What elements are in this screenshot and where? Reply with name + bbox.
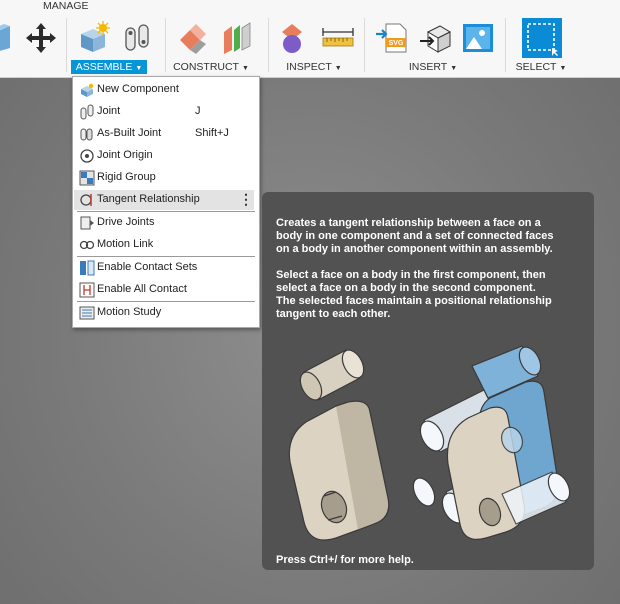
assemble-label: ASSEMBLE: [75, 61, 133, 73]
menu-item-tangent-relationship[interactable]: Tangent Relationship ⋮: [74, 190, 254, 210]
select-icon[interactable]: [522, 18, 562, 58]
svg-text:SVG: SVG: [389, 40, 404, 47]
select-menu-button[interactable]: SELECT ▼: [513, 60, 569, 74]
as-built-joint-icon: [80, 128, 93, 141]
caret-down-icon: ▼: [135, 65, 143, 72]
offset-plane-icon[interactable]: [176, 20, 212, 56]
assemble-dropdown-menu: New Component Joint J As-Built Joint Shi…: [72, 76, 260, 328]
menu-item-label: Enable Contact Sets: [97, 261, 198, 273]
new-component-icon: [81, 83, 94, 97]
tangent-relationship-tooltip: Creates a tangent relationship between a…: [262, 192, 594, 570]
menu-item-label: Motion Study: [97, 306, 162, 318]
menu-item-motion-link[interactable]: Motion Link: [74, 235, 254, 255]
menu-item-motion-study[interactable]: Motion Study: [74, 303, 254, 323]
menu-item-shortcut: J: [195, 105, 201, 117]
tangent-relationship-illustration: [288, 345, 571, 541]
insert-label: INSERT: [408, 61, 448, 73]
menu-item-rigid-group[interactable]: Rigid Group: [74, 168, 254, 188]
joint-origin-icon: [80, 149, 94, 163]
insert-menu-button[interactable]: INSERT ▼: [400, 60, 466, 74]
tooltip-instructions: Select a face on a body in the first com…: [276, 269, 552, 320]
menu-item-enable-all-contact[interactable]: Enable All Contact: [74, 280, 254, 300]
menu-item-shortcut: Shift+J: [195, 127, 229, 139]
menu-item-label: Tangent Relationship: [97, 193, 200, 205]
midplane-icon[interactable]: [218, 20, 254, 56]
insert-svg-icon[interactable]: SVG: [374, 20, 410, 56]
toolbar: MANAGE ASSEMBLE ▼ CONSTRUCT ▼ INSPECT ▼ …: [0, 0, 620, 78]
contact-sets-icon: [80, 260, 95, 276]
menu-item-label: New Component: [97, 83, 179, 95]
more-options-icon[interactable]: ⋮: [239, 191, 253, 208]
canvas-icon[interactable]: [460, 20, 496, 56]
menu-item-joint-origin[interactable]: Joint Origin: [74, 146, 254, 166]
tooltip-help-hint: Press Ctrl+/ for more help.: [276, 554, 414, 566]
motion-study-icon: [79, 306, 95, 320]
menu-item-label: Joint: [97, 105, 121, 117]
menu-item-as-built-joint[interactable]: As-Built Joint Shift+J: [74, 124, 254, 144]
inspect-menu-button[interactable]: INSPECT ▼: [278, 60, 350, 74]
menu-item-new-component[interactable]: New Component: [74, 80, 254, 100]
caret-down-icon: ▼: [559, 65, 567, 72]
new-component-icon[interactable]: [76, 20, 112, 56]
caret-down-icon: ▼: [241, 65, 249, 72]
construct-menu-button[interactable]: CONSTRUCT ▼: [170, 60, 252, 74]
menu-item-label: As-Built Joint: [97, 127, 162, 139]
menu-item-label: Drive Joints: [97, 216, 155, 228]
menu-item-label: Enable All Contact: [97, 283, 187, 295]
construct-label: CONSTRUCT: [173, 61, 239, 73]
rigid-group-icon: [79, 170, 95, 186]
menu-item-joint[interactable]: Joint J: [74, 102, 254, 122]
caret-down-icon: ▼: [334, 65, 342, 72]
move-icon[interactable]: [23, 20, 59, 56]
menu-item-label: Rigid Group: [97, 171, 156, 183]
menu-item-enable-contact-sets[interactable]: Enable Contact Sets: [74, 258, 254, 278]
drive-joints-icon: [80, 216, 94, 230]
motion-link-icon: [79, 240, 95, 250]
joint-icon: [80, 104, 94, 120]
menu-item-label: Motion Link: [97, 238, 154, 250]
tooltip-description: Creates a tangent relationship between a…: [276, 217, 554, 255]
inspect-label: INSPECT: [286, 61, 332, 73]
select-label: SELECT: [515, 61, 557, 73]
menu-item-label: Joint Origin: [97, 149, 153, 161]
assemble-menu-button[interactable]: ASSEMBLE ▼: [71, 60, 147, 74]
joint-icon[interactable]: [120, 20, 156, 56]
interference-icon[interactable]: [278, 20, 314, 56]
insert-mesh-icon[interactable]: [418, 20, 454, 56]
tangent-relationship-icon: [80, 194, 92, 206]
measure-icon[interactable]: [320, 20, 356, 56]
all-contact-icon: [79, 282, 95, 298]
caret-down-icon: ▼: [450, 65, 458, 72]
manage-tab-label[interactable]: MANAGE: [43, 0, 89, 12]
menu-item-drive-joints[interactable]: Drive Joints: [74, 213, 254, 233]
